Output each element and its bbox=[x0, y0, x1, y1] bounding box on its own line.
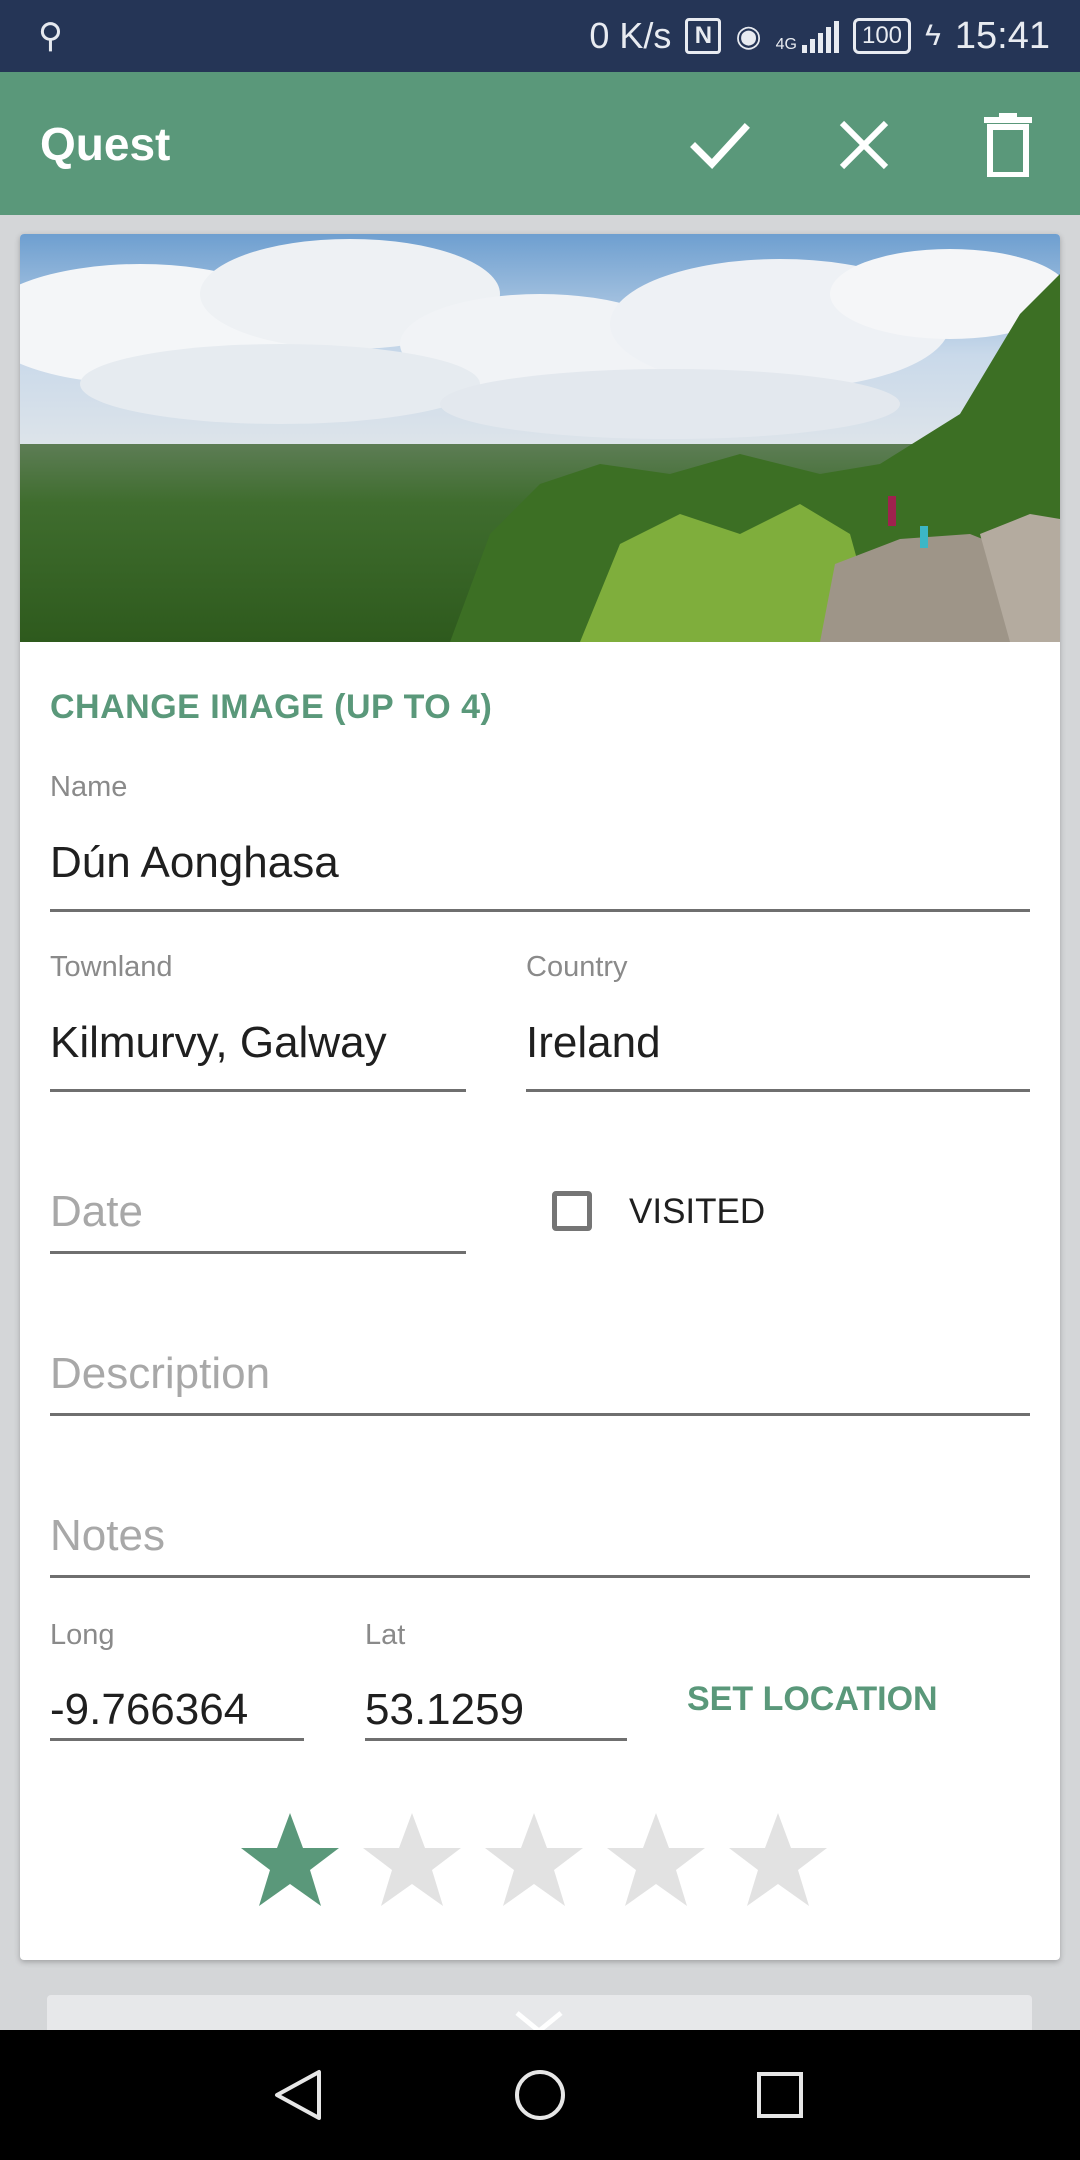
country-label: Country bbox=[526, 951, 628, 983]
rating-bar[interactable] bbox=[240, 1810, 828, 1910]
next-card-peek bbox=[47, 1995, 1032, 2035]
app-bar: Quest bbox=[0, 72, 1080, 215]
name-field[interactable]: Dún Aonghasa bbox=[50, 838, 339, 888]
page-title: Quest bbox=[40, 118, 171, 170]
townland-underline bbox=[50, 1089, 466, 1092]
name-label: Name bbox=[50, 771, 128, 803]
home-button[interactable] bbox=[505, 2060, 575, 2130]
status-icons: 0 K/s N ◉ 4G 100 ϟ 15:41 bbox=[589, 12, 1050, 60]
cancel-button[interactable] bbox=[829, 110, 899, 180]
check-icon bbox=[690, 123, 750, 170]
quest-card: CHANGE IMAGE (UP TO 4) Name Dún Aonghasa… bbox=[20, 234, 1060, 1960]
save-button[interactable] bbox=[685, 110, 755, 180]
eye-comfort-icon: ◉ bbox=[735, 19, 762, 53]
description-field[interactable]: Description bbox=[50, 1349, 270, 1399]
signal-icon: 4G bbox=[776, 19, 839, 53]
visited-checkbox[interactable] bbox=[552, 1191, 592, 1231]
network-speed: 0 K/s bbox=[589, 15, 672, 56]
back-button[interactable] bbox=[263, 2060, 333, 2130]
clock: 15:41 bbox=[954, 14, 1050, 57]
townland-field[interactable]: Kilmurvy, Galway bbox=[50, 1018, 387, 1068]
country-underline bbox=[526, 1089, 1030, 1092]
star-1-icon[interactable] bbox=[240, 1810, 340, 1910]
quest-image bbox=[20, 234, 1060, 642]
date-underline bbox=[50, 1251, 466, 1254]
notes-field[interactable]: Notes bbox=[50, 1511, 165, 1561]
star-2-icon[interactable] bbox=[362, 1810, 462, 1910]
home-circle-icon bbox=[515, 2070, 565, 2120]
long-underline bbox=[50, 1738, 304, 1741]
notes-underline bbox=[50, 1575, 1030, 1578]
recents-button[interactable] bbox=[745, 2060, 815, 2130]
lat-field[interactable]: 53.1259 bbox=[365, 1685, 524, 1735]
set-location-button[interactable]: SET LOCATION bbox=[687, 1680, 938, 1719]
visited-label: VISITED bbox=[629, 1192, 766, 1231]
change-image-button[interactable]: CHANGE IMAGE (UP TO 4) bbox=[50, 688, 492, 727]
star-5-icon[interactable] bbox=[728, 1810, 828, 1910]
recents-square-icon bbox=[757, 2072, 803, 2118]
date-field[interactable]: Date bbox=[50, 1187, 143, 1237]
status-bar: ⚲ 0 K/s N ◉ 4G 100 ϟ 15:41 bbox=[0, 0, 1080, 72]
country-field[interactable]: Ireland bbox=[526, 1018, 661, 1068]
close-icon bbox=[839, 120, 889, 170]
nfc-icon: N bbox=[685, 18, 722, 54]
delete-button[interactable] bbox=[973, 110, 1043, 180]
back-triangle-icon bbox=[275, 2070, 321, 2120]
townland-label: Townland bbox=[50, 951, 173, 983]
name-underline bbox=[50, 909, 1030, 912]
lat-underline bbox=[365, 1738, 627, 1741]
long-label: Long bbox=[50, 1619, 115, 1651]
long-field[interactable]: -9.766364 bbox=[50, 1685, 248, 1735]
usb-icon: ⚲ bbox=[38, 17, 63, 55]
charging-icon: ϟ bbox=[925, 19, 941, 52]
description-underline bbox=[50, 1413, 1030, 1416]
trash-icon bbox=[984, 113, 1032, 177]
star-4-icon[interactable] bbox=[606, 1810, 706, 1910]
system-nav-bar bbox=[0, 2030, 1080, 2160]
battery-icon: 100 bbox=[852, 18, 912, 54]
network-type: 4G bbox=[775, 36, 797, 53]
star-3-icon[interactable] bbox=[484, 1810, 584, 1910]
lat-label: Lat bbox=[365, 1619, 406, 1651]
